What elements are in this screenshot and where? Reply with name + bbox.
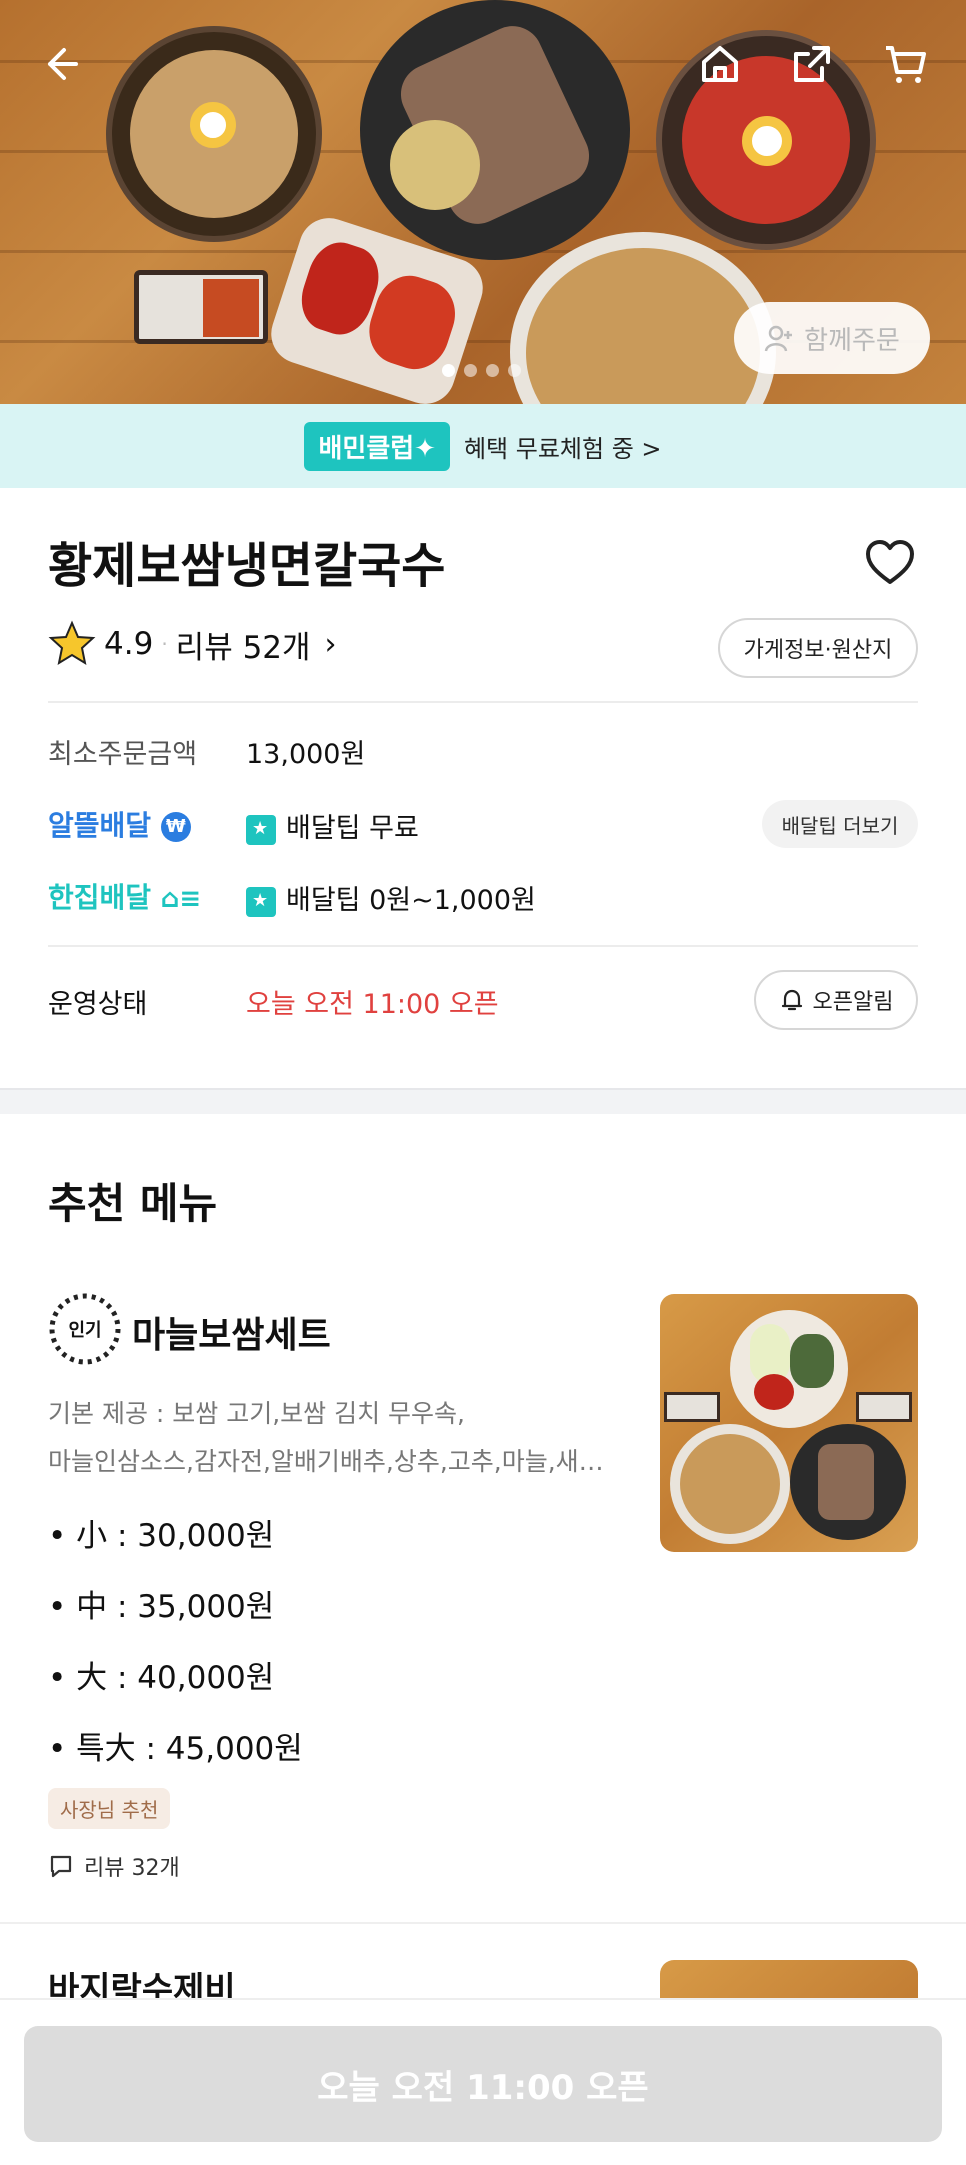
won-badge-icon: ₩: [160, 812, 191, 842]
dish-bibim-noodle: [656, 30, 876, 250]
menu-price: • 大 : 40,000원: [48, 1660, 275, 1696]
menu-desc-line: 기본 제공 : 보쌈 고기,보쌈 김치 무우속,: [48, 1399, 465, 1428]
dish-sauce: [134, 270, 268, 344]
group-order-label: 함께주문: [804, 325, 900, 356]
chevron-right-icon: ›: [324, 626, 337, 662]
delivery-brand-hanjip: 한집배달 ⌂≡: [48, 876, 201, 916]
order-button-disabled[interactable]: 오늘 오전 11:00 오픈: [24, 2026, 942, 2142]
bell-icon: [781, 989, 802, 1011]
heart-icon: [866, 540, 914, 584]
delivery-brand-hanjip-label: 한집배달: [48, 881, 152, 914]
more-delivery-tip-button[interactable]: 배달팁 더보기: [762, 800, 918, 848]
operating-status-label: 운영상태: [48, 989, 148, 1020]
carousel-dot: [486, 364, 499, 377]
hero-image-carousel[interactable]: 함께주문: [0, 0, 966, 404]
menu-item-image[interactable]: [660, 1294, 918, 1552]
menu-item-name[interactable]: 마늘보쌈세트: [132, 1306, 331, 1358]
comment-icon: [50, 1855, 72, 1878]
group-order-button[interactable]: 함께주문: [734, 302, 930, 374]
section-separator: [0, 1088, 966, 1114]
delivery-brand-aldeul-label: 알뜰배달: [48, 809, 152, 842]
home-button[interactable]: [690, 34, 750, 94]
carousel-indicator: [442, 364, 521, 377]
favorite-button[interactable]: [862, 536, 918, 588]
dish-bossam: [360, 0, 630, 260]
menu-divider: [0, 1922, 966, 1924]
divider: [48, 945, 918, 947]
min-order-value: 13,000원: [246, 739, 366, 770]
cart-button[interactable]: [876, 34, 936, 94]
rating-row[interactable]: 4.9 · 리뷰 52개 ›: [48, 620, 337, 668]
store-info-button[interactable]: 가게정보·원산지: [718, 618, 918, 678]
carousel-dot: [464, 364, 477, 377]
share-button[interactable]: [782, 34, 842, 94]
arrow-left-icon: [48, 48, 78, 80]
menu-item-description: 기본 제공 : 보쌈 고기,보쌈 김치 무우속, 마늘인삼소스,감자전,알배기배…: [48, 1390, 628, 1486]
tip-icon: [246, 886, 276, 917]
delivery-tip-hanjip-value: 배달팁 0원~1,000원: [286, 885, 536, 916]
menu-review-label: 리뷰 32개: [84, 1856, 180, 1881]
open-alert-button[interactable]: 오픈알림: [754, 970, 918, 1030]
menu-review-count: 리뷰 32개: [48, 1850, 180, 1882]
back-button[interactable]: [28, 34, 88, 94]
baemin-club-banner[interactable]: 배민클럽✦ 혜택 무료체험 중 >: [0, 404, 966, 488]
cart-icon: [886, 46, 926, 83]
fast-home-icon: ⌂≡: [160, 884, 202, 914]
menu-price: • 小 : 30,000원: [48, 1518, 275, 1554]
club-badge: 배민클럽✦: [304, 421, 450, 471]
operating-status-value: 오늘 오전 11:00 오픈: [246, 989, 499, 1020]
menu-price: • 특大 : 45,000원: [48, 1731, 303, 1767]
delivery-tip-hanjip: 배달팁 0원~1,000원: [246, 878, 536, 917]
delivery-tip-aldeul-value: 배달팁 무료: [286, 813, 419, 844]
rating-value: 4.9: [104, 626, 154, 662]
carousel-dot: [442, 364, 455, 377]
dot-separator: ·: [161, 632, 168, 656]
divider: [48, 701, 918, 703]
popular-badge: 인기: [48, 1292, 122, 1366]
open-alert-label: 오픈알림: [812, 990, 894, 1015]
delivery-tip-aldeul: 배달팁 무료: [246, 806, 419, 845]
popular-badge-label: 인기: [68, 1320, 102, 1341]
delivery-brand-aldeul: 알뜰배달 ₩: [48, 804, 191, 844]
section-title: 추천 메뉴: [48, 1179, 218, 1228]
min-order-label: 최소주문금액: [48, 739, 198, 770]
add-user-icon: [764, 325, 793, 352]
menu-item-image[interactable]: [660, 1960, 918, 2000]
reviews-link[interactable]: 리뷰 52개: [176, 622, 311, 667]
dish-cold-noodle: [106, 26, 322, 242]
bottom-action-bar: 오늘 오전 11:00 오픈: [0, 1998, 966, 2165]
menu-price: • 中 : 35,000원: [48, 1589, 275, 1625]
club-trial-text: 혜택 무료체험 중 >: [463, 434, 662, 463]
store-name: 황제보쌈냉면칼국수: [48, 538, 446, 594]
menu-desc-line: 마늘인삼소스,감자전,알배기배추,상추,고추,마늘,새…: [48, 1447, 604, 1476]
tip-icon: [246, 814, 276, 845]
owner-recommend-badge: 사장님 추천: [48, 1788, 171, 1829]
share-icon: [794, 46, 830, 82]
dish-pancake: [510, 232, 776, 404]
home-icon: [702, 46, 738, 82]
carousel-dot: [508, 364, 521, 377]
star-icon: [48, 620, 96, 666]
